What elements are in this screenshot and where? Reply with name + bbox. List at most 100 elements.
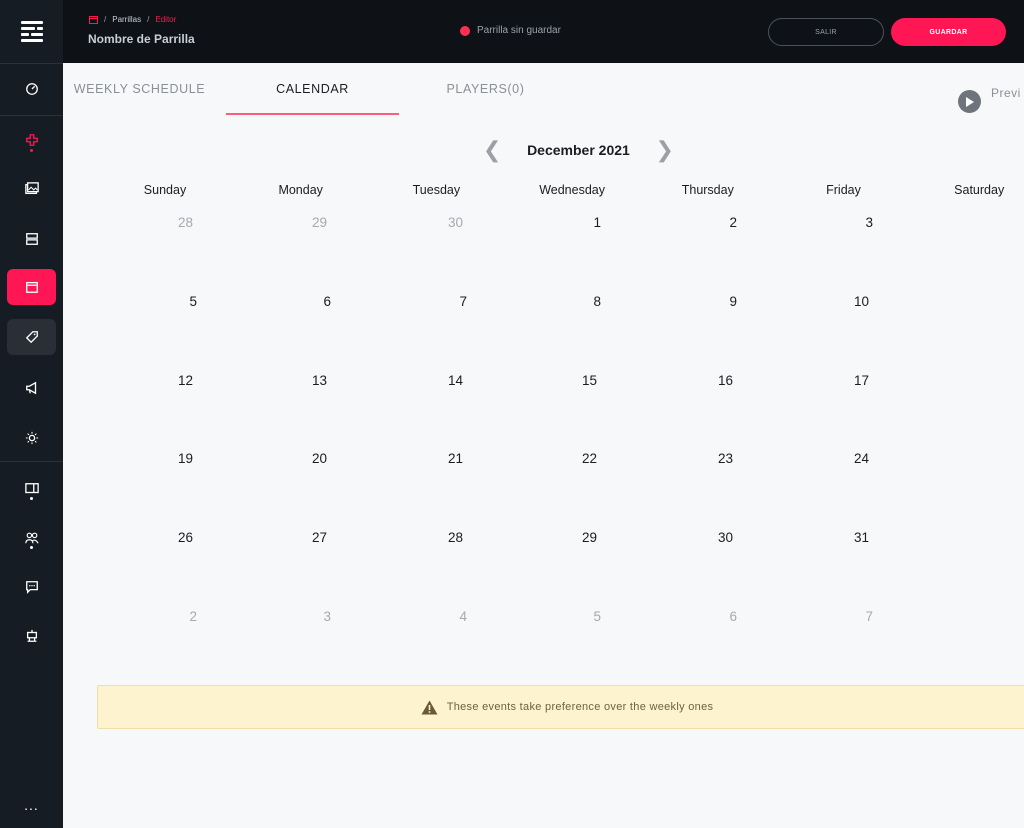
sidebar-more-button[interactable]: ... (0, 798, 63, 812)
calendar-day-cell[interactable]: 30 (423, 215, 463, 230)
sidebar-item-games[interactable] (7, 122, 56, 158)
sidebar-item-media[interactable] (7, 171, 56, 207)
calendar-day-cell[interactable]: 17 (829, 373, 869, 388)
tab-calendar[interactable]: CALENDAR (226, 63, 399, 115)
chevron-right-icon[interactable]: ❯ (655, 139, 673, 161)
sidebar-item-campaigns[interactable] (7, 370, 56, 406)
calendar-day-cell[interactable]: 6 (697, 609, 737, 624)
calendar-day-cell[interactable]: 28 (423, 530, 463, 545)
calendar-day-cell[interactable]: 9 (697, 294, 737, 309)
brightness-icon (25, 431, 38, 445)
calendar-day-cell[interactable]: 26 (153, 530, 193, 545)
sidebar-item-tags[interactable] (7, 319, 56, 355)
tag-icon (25, 331, 38, 344)
save-button[interactable]: GUARDAR (891, 18, 1006, 46)
calendar-day-cell[interactable]: 16 (693, 373, 733, 388)
calendar-day-cell[interactable]: 29 (287, 215, 327, 230)
sidebar-divider (0, 115, 63, 116)
unsaved-dot-icon (460, 25, 470, 36)
sidebar-indicator-dot (30, 497, 33, 500)
weekday-friday: Friday (826, 183, 861, 197)
play-icon (958, 90, 981, 113)
sidebar-item-dashboard[interactable] (7, 71, 56, 107)
calendar-day-cell[interactable]: 22 (557, 451, 597, 466)
preview-button[interactable]: Previ (958, 78, 1021, 113)
sidebar: ... (0, 0, 63, 828)
active-tab-indicator (226, 113, 399, 115)
calendar-day-cell[interactable]: 15 (557, 373, 597, 388)
calendar-day-cell[interactable]: 23 (693, 451, 733, 466)
sidebar-indicator-dot (30, 546, 33, 549)
calendar-day-cell[interactable]: 6 (291, 294, 331, 309)
calendar-day-cell[interactable]: 7 (833, 609, 873, 624)
sidebar-divider (0, 63, 63, 64)
megaphone-icon (25, 381, 36, 395)
weekday-wednesday: Wednesday (539, 183, 605, 197)
sidebar-indicator-dot (30, 149, 33, 152)
calendar-day-cell[interactable]: 12 (153, 373, 193, 388)
images-icon (24, 182, 39, 195)
calendar-day-cell[interactable]: 24 (829, 451, 869, 466)
calendar-day-cell[interactable]: 3 (291, 609, 331, 624)
sidebar-item-messages[interactable] (7, 569, 56, 605)
warning-icon (421, 700, 438, 714)
save-status: Parrilla sin guardar (460, 25, 561, 36)
calendar-day-cell[interactable]: 7 (427, 294, 467, 309)
breadcrumb: / Parrillas / Editor (89, 15, 176, 24)
calendar-day-cell[interactable]: 1 (561, 215, 601, 230)
calendar-day-cell[interactable]: 27 (287, 530, 327, 545)
exit-button[interactable]: SALIR (768, 18, 884, 46)
breadcrumb-parrillas[interactable]: Parrillas (112, 15, 141, 24)
calendar-day-cell[interactable]: 20 (287, 451, 327, 466)
month-label: December 2021 (527, 142, 630, 158)
calendar-day-cell[interactable]: 14 (423, 373, 463, 388)
robot-icon (26, 629, 37, 642)
calendar-day-cell[interactable]: 2 (697, 215, 737, 230)
top-bar: / Parrillas / Editor Nombre de Parrilla … (63, 0, 1024, 63)
calendar-day-cell[interactable]: 2 (157, 609, 197, 624)
save-status-text: Parrilla sin guardar (477, 25, 561, 36)
users-icon (24, 532, 39, 544)
dashboard-icon (25, 83, 38, 95)
month-navigator: ❮ December 2021 ❯ (483, 139, 674, 161)
gamepad-icon (25, 134, 38, 146)
sidebar-item-calendar[interactable] (7, 269, 56, 305)
tab-players[interactable]: PLAYERS(0) (399, 63, 572, 115)
calendar-icon[interactable] (89, 15, 98, 24)
sidebar-item-servers[interactable] (7, 221, 56, 257)
calendar-day-cell[interactable]: 31 (829, 530, 869, 545)
preference-notice: These events take preference over the we… (97, 685, 1024, 729)
calendar-day-cell[interactable]: 5 (561, 609, 601, 624)
tab-weekly-schedule[interactable]: WEEKLY SCHEDULE (63, 63, 216, 115)
stack-logo-icon[interactable] (19, 19, 45, 45)
weekday-sunday: Sunday (143, 183, 187, 197)
calendar-day-cell[interactable]: 30 (693, 530, 733, 545)
calendar-icon (25, 281, 38, 293)
chevron-left-icon[interactable]: ❮ (483, 139, 501, 161)
notice-text: These events take preference over the we… (446, 701, 714, 713)
server-icon (25, 233, 38, 245)
calendar-day-cell[interactable]: 28 (153, 215, 193, 230)
breadcrumb-separator: / (104, 15, 107, 24)
calendar-day-cell[interactable]: 19 (153, 451, 193, 466)
calendar-day-cell[interactable]: 8 (561, 294, 601, 309)
sidebar-divider (0, 461, 63, 462)
document-title: Nombre de Parrilla (88, 32, 195, 46)
display-icon (24, 483, 39, 494)
calendar-day-cell[interactable]: 4 (427, 609, 467, 624)
chat-icon (25, 581, 38, 594)
sidebar-item-displays[interactable] (7, 471, 56, 507)
calendar-day-cell[interactable]: 29 (557, 530, 597, 545)
sidebar-item-automation[interactable] (7, 618, 56, 654)
calendar-day-cell[interactable]: 10 (829, 294, 869, 309)
weekday-thursday: Thursday (681, 183, 734, 197)
sidebar-item-users[interactable] (7, 520, 56, 556)
calendar-day-cell[interactable]: 13 (287, 373, 327, 388)
calendar-day-cell[interactable]: 5 (157, 294, 197, 309)
main-content: WEEKLY SCHEDULE CALENDAR PLAYERS(0) Prev… (63, 63, 1024, 828)
sidebar-item-brightness[interactable] (7, 420, 56, 456)
weekday-monday: Monday (278, 183, 323, 197)
calendar-day-cell[interactable]: 3 (833, 215, 873, 230)
calendar-day-cell[interactable]: 21 (423, 451, 463, 466)
breadcrumb-current: Editor (155, 15, 177, 24)
